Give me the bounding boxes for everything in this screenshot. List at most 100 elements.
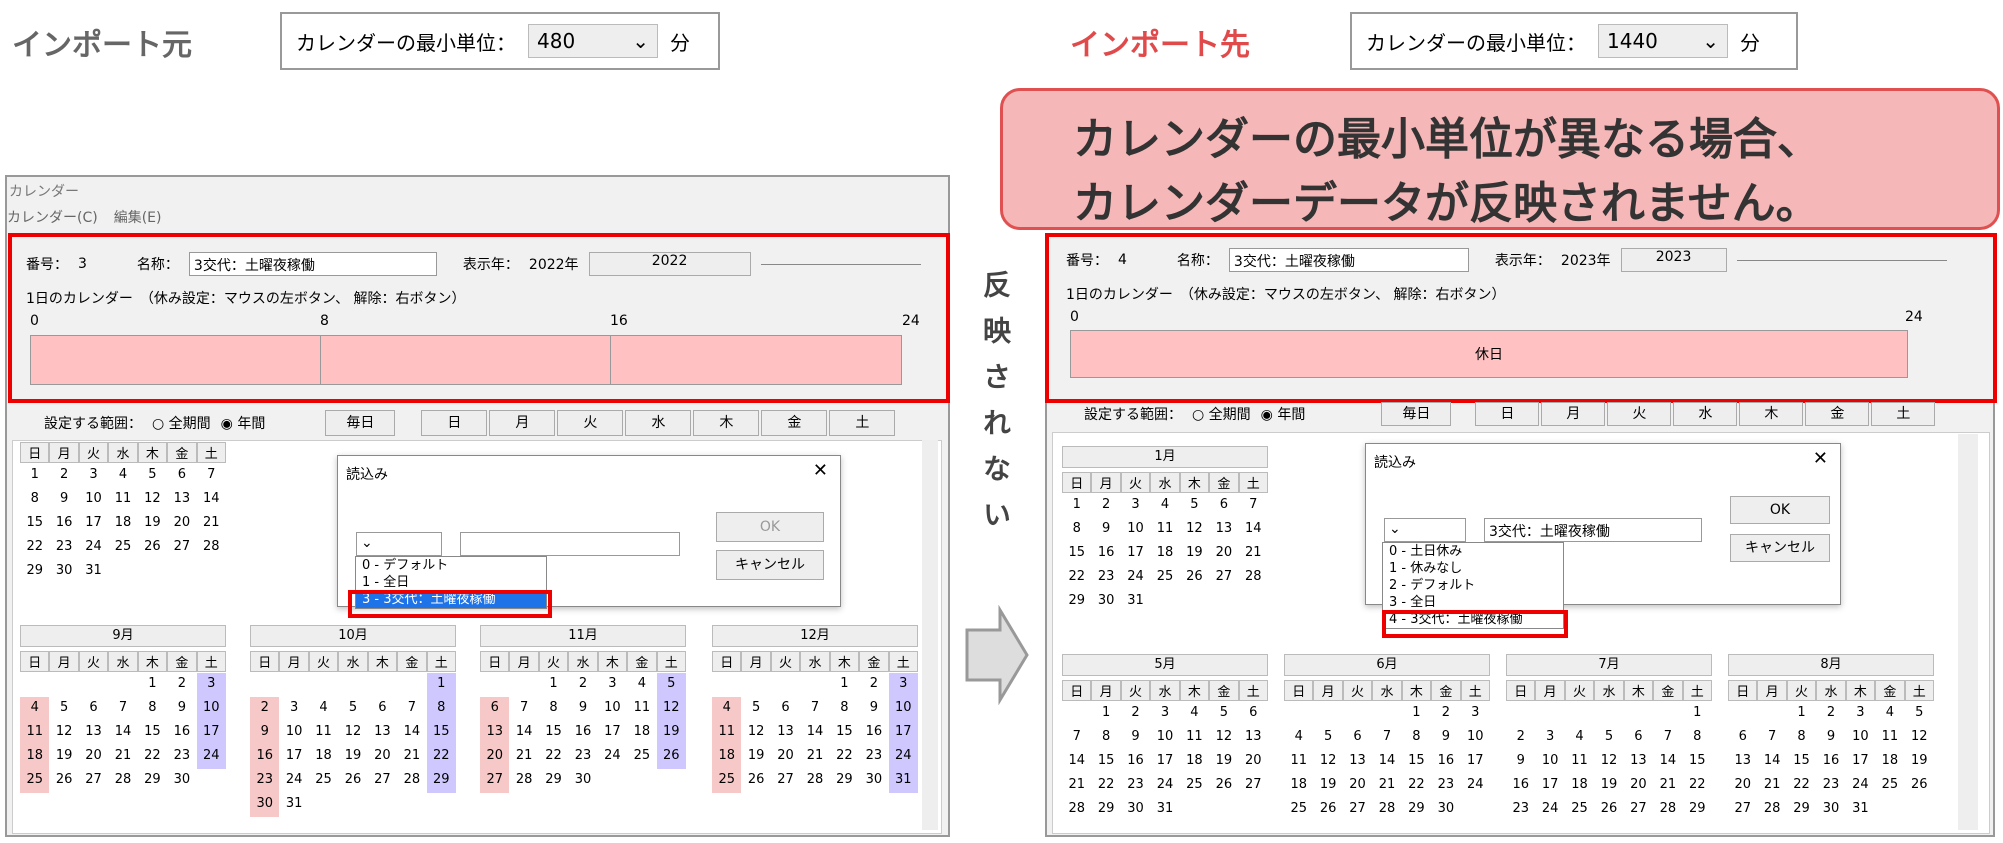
- left-month-oct: 10月 日月火水木金土 1 2345678 9 10 11 12 13 14 15 16 17…: [250, 625, 456, 817]
- month-title: 1月: [1062, 446, 1268, 468]
- preset-item[interactable]: 2 - デフォルト: [1383, 577, 1563, 594]
- tick-16: 16: [610, 313, 628, 329]
- not-reflected-text: 反映されない: [979, 270, 1012, 546]
- year-input[interactable]: 2023: [1620, 248, 1727, 272]
- name-label: 名称：: [1176, 253, 1219, 269]
- month-title: 9月: [20, 625, 226, 647]
- weekday-button[interactable]: 金: [1805, 402, 1870, 426]
- radio-year[interactable]: ◉ 年間: [221, 413, 266, 433]
- year-label: 表示年：: [462, 257, 519, 273]
- month-grid: 123 4 5 6 7 8 9 10 11 12 13 14 15 16 17 18 19 20 21 22 23…: [712, 673, 918, 793]
- name-input[interactable]: 3交代：土曜夜稼働: [1228, 248, 1469, 272]
- left-month-dec: 12月 日月火水木金土 123 4 5 6 7 8 9 10 11 12 13 14 15 16 17 …: [712, 625, 918, 793]
- import-source-title: インポート元: [12, 28, 192, 63]
- month-grid: 1234567 8 9 10 11 12 13 14 15 16 17 18 19 20 21 22 23…: [26, 467, 220, 578]
- right-info-row: 番号： 4 名称： 3交代：土曜夜稼働 表示年： 2023年 2023: [1066, 248, 1947, 272]
- weekday-button[interactable]: 木: [693, 410, 760, 436]
- dialog-title: 読込み: [346, 467, 388, 483]
- day-calendar-label: 1日のカレンダー （休み設定：マウスの左ボタン、 解除：右ボタン）: [26, 291, 466, 307]
- weekday-header: 日月火水木金土: [1284, 680, 1490, 701]
- shift-block-3[interactable]: [610, 335, 902, 385]
- weekday-button[interactable]: 日: [421, 410, 488, 436]
- menu-calendar[interactable]: カレンダー(C): [7, 207, 98, 227]
- right-scrollbar[interactable]: [1958, 434, 1978, 830]
- weekday-button[interactable]: 火: [1607, 402, 1672, 426]
- month-grid: 123456 7 8 9 10 11 12 13 14 15 16 17 18 19 20 21 22 23…: [1068, 705, 1262, 816]
- weekday-header: 日月火水木金土: [1062, 472, 1268, 493]
- year-slider[interactable]: [1736, 259, 1947, 261]
- year-input[interactable]: 2022: [588, 252, 751, 276]
- import-target-title: インポート先: [1070, 28, 1250, 63]
- unit-value: 480: [537, 29, 576, 53]
- weekday-button[interactable]: 木: [1739, 402, 1804, 426]
- left-scrollbar[interactable]: [922, 440, 938, 830]
- year-slider[interactable]: [760, 263, 921, 265]
- preset-select[interactable]: ⌄: [356, 532, 442, 556]
- chevron-down-icon: ⌄: [632, 29, 649, 53]
- warning-callout: カレンダーの最小単位が異なる場合、 カレンダーデータが反映されません。: [1000, 88, 2000, 230]
- weekday-button[interactable]: 水: [625, 410, 692, 436]
- weekday-buttons: 日 月 火 水 木 金 土: [421, 410, 896, 436]
- menu-edit[interactable]: 編集(E): [114, 207, 162, 227]
- preset-item[interactable]: 1 - 休みなし: [1383, 560, 1563, 577]
- preset-item[interactable]: 3 - 全日: [1383, 594, 1563, 611]
- weekday-button[interactable]: 火: [557, 410, 624, 436]
- weekday-button[interactable]: 土: [829, 410, 896, 436]
- weekday-header: 日月火水木金土: [250, 651, 456, 672]
- radio-all[interactable]: ○ 全期間: [1192, 404, 1251, 424]
- month-title: 8月: [1728, 654, 1934, 676]
- weekday-button[interactable]: 水: [1673, 402, 1738, 426]
- weekday-button[interactable]: 月: [489, 410, 556, 436]
- left-unit-select[interactable]: 480 ⌄: [528, 24, 658, 58]
- month-grid: 123 4 5 6 7 8 9 10 11 12 13 14 15 16 17 18 19 20 21 22 23…: [1290, 705, 1484, 816]
- close-icon[interactable]: ✕: [1813, 448, 1828, 469]
- everyday-button[interactable]: 毎日: [1381, 402, 1452, 426]
- tick-0: 0: [30, 313, 39, 329]
- cancel-button[interactable]: キャンセル: [1730, 534, 1830, 562]
- right-month-jan: 1月 日月火水木金土 1234567 8 9 10 11 12 13 14 15 16 17 18…: [1062, 446, 1268, 614]
- preset-select[interactable]: ⌄: [1384, 518, 1466, 542]
- year-value: 2022年: [528, 257, 579, 273]
- holiday-label: 休日: [1475, 347, 1503, 363]
- weekday-button[interactable]: 月: [1541, 402, 1606, 426]
- radio-all[interactable]: ○ 全期間: [152, 413, 211, 433]
- callout-line1: カレンダーの最小単位が異なる場合、: [1073, 114, 1821, 165]
- unit-suffix: 分: [1740, 30, 1760, 55]
- preset-text[interactable]: 3交代：土曜夜稼働: [1484, 518, 1702, 542]
- menu-bar: カレンダー(C) 編集(E): [7, 205, 948, 229]
- month-grid: 1 2345678 9 10 11 12 13 14 15 16 17 18 19 20 21 22 2…: [1512, 705, 1706, 816]
- number-label: 番号：: [1066, 253, 1108, 269]
- radio-year[interactable]: ◉ 年間: [1261, 404, 1306, 424]
- preset-item[interactable]: 1 - 全日: [356, 574, 546, 591]
- weekday-button[interactable]: 日: [1475, 402, 1540, 426]
- right-unit-select[interactable]: 1440 ⌄: [1598, 24, 1728, 58]
- preset-item[interactable]: 0 - デフォルト: [356, 557, 546, 574]
- close-icon[interactable]: ✕: [813, 460, 828, 481]
- tick-24: 24: [1905, 309, 1923, 325]
- weekday-button[interactable]: 土: [1871, 402, 1936, 426]
- left-unit-box: カレンダーの最小単位： 480 ⌄ 分: [280, 12, 720, 70]
- preset-text[interactable]: [460, 532, 680, 556]
- tick-0: 0: [1070, 309, 1079, 325]
- ok-button[interactable]: OK: [1730, 496, 1830, 524]
- holiday-bar[interactable]: 休日: [1070, 330, 1908, 378]
- ok-button[interactable]: OK: [716, 512, 824, 542]
- weekday-header: 日月火水木金土: [1728, 680, 1934, 701]
- month-title: 7月: [1506, 654, 1712, 676]
- month-title: 6月: [1284, 654, 1490, 676]
- right-selected-highlight: [1382, 610, 1568, 638]
- number-label: 番号：: [26, 257, 68, 273]
- month-title: 10月: [250, 625, 456, 647]
- preset-item[interactable]: 0 - 土日休み: [1383, 543, 1563, 560]
- cancel-button[interactable]: キャンセル: [716, 550, 824, 580]
- name-input[interactable]: 3交代：土曜夜稼働: [188, 252, 437, 276]
- month-title: 5月: [1062, 654, 1268, 676]
- shift-block-1[interactable]: [30, 335, 322, 385]
- everyday-button[interactable]: 毎日: [325, 410, 396, 436]
- range-label: 設定する範囲：: [1084, 407, 1182, 423]
- weekday-header: 日月火水木金土: [712, 651, 918, 672]
- left-month-partial: 日月火水木金土 1234567 8 9 10 11 12 13 14 15 16 17 18 19 2…: [20, 438, 226, 584]
- day-calendar-label: 1日のカレンダー （休み設定：マウスの左ボタン、 解除：右ボタン）: [1066, 287, 1506, 303]
- shift-block-2[interactable]: [320, 335, 612, 385]
- weekday-button[interactable]: 金: [761, 410, 828, 436]
